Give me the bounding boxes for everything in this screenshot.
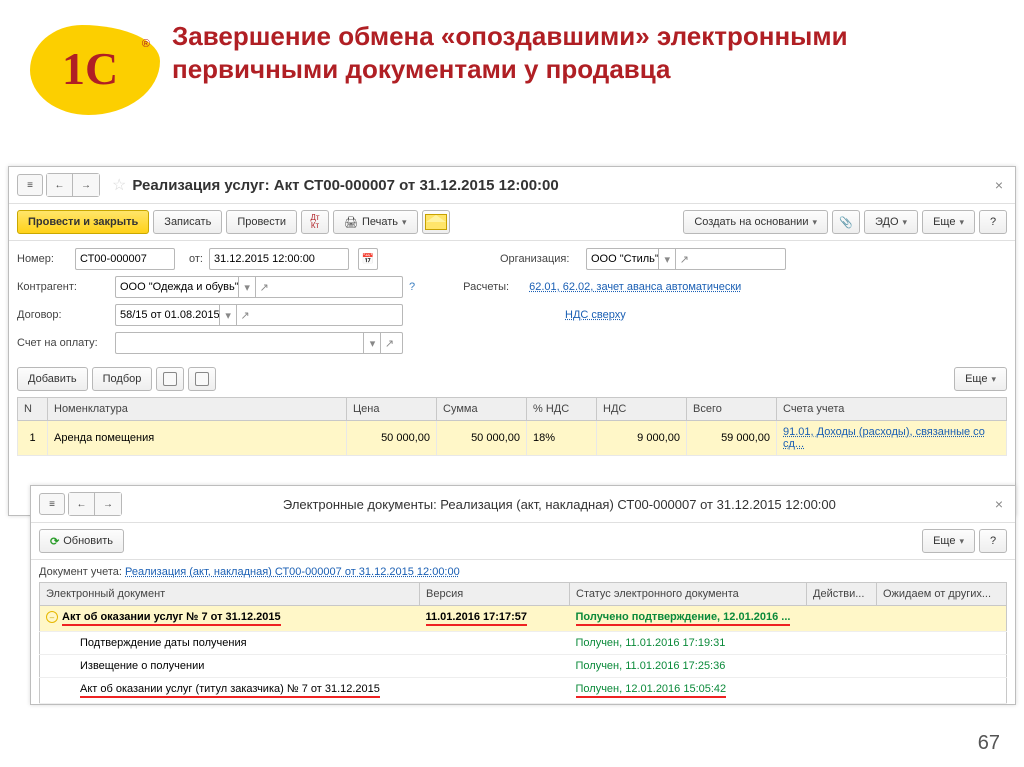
logo-text: 1С	[62, 42, 118, 95]
table-row[interactable]: –Акт об оказании услуг № 7 от 31.12.2015…	[40, 606, 1007, 632]
open-icon[interactable]: ↗	[255, 277, 273, 297]
contract-label: Договор:	[17, 309, 109, 321]
window-title-2: Электронные документы: Реализация (акт, …	[128, 497, 991, 512]
more-button-3[interactable]: Еще	[922, 529, 975, 553]
col-accounts: Счета учета	[777, 398, 1007, 421]
add-button[interactable]: Добавить	[17, 367, 88, 391]
chevron-down-icon[interactable]: ▾	[658, 249, 676, 269]
window-realization: ≡ ← → ☆ Реализация услуг: Акт СТ00-00000…	[8, 166, 1016, 516]
registered-mark: ®	[142, 38, 150, 50]
number-label: Номер:	[17, 253, 69, 265]
post-button[interactable]: Провести	[226, 210, 297, 234]
create-on-basis-button[interactable]: Создать на основании	[683, 210, 828, 234]
window-edocuments: ≡ ← → Электронные документы: Реализация …	[30, 485, 1016, 705]
chevron-down-icon[interactable]: ▾	[363, 333, 381, 353]
forward-button[interactable]: →	[73, 174, 99, 196]
date-field[interactable]: 31.12.2015 12:00:00	[209, 248, 349, 270]
chevron-down-icon[interactable]: ▾	[238, 277, 256, 297]
counterparty-field[interactable]: ООО "Одежда и обувь"▾↗	[115, 276, 403, 298]
more-button[interactable]: Еще	[922, 210, 975, 234]
open-icon[interactable]: ↗	[380, 333, 398, 353]
edoc-table: Электронный документ Версия Статус элект…	[39, 582, 1007, 704]
number-field[interactable]: СТ00-000007	[75, 248, 175, 270]
table-row[interactable]: 1 Аренда помещения 50 000,00 50 000,00 1…	[18, 421, 1007, 456]
col-version: Версия	[420, 583, 570, 606]
help-icon[interactable]: ?	[979, 529, 1007, 553]
close-icon[interactable]: ×	[991, 496, 1007, 512]
invoice-label: Счет на оплату:	[17, 337, 109, 349]
help-icon[interactable]: ?	[409, 281, 415, 293]
open-icon[interactable]: ↗	[236, 305, 254, 325]
col-vat: НДС	[597, 398, 687, 421]
help-icon[interactable]: ?	[979, 210, 1007, 234]
close-icon[interactable]: ×	[991, 177, 1007, 193]
chevron-down-icon[interactable]: ▾	[219, 305, 237, 325]
forward-button[interactable]: →	[95, 493, 121, 515]
back-button[interactable]: ←	[47, 174, 73, 196]
refresh-icon: ⟳	[50, 535, 59, 548]
invoice-field[interactable]: ▾↗	[115, 332, 403, 354]
table-row[interactable]: Акт об оказании услуг (титул заказчика) …	[40, 678, 1007, 704]
edo-button[interactable]: ЭДО	[864, 210, 918, 234]
logo-1c: 1С ®	[20, 20, 170, 120]
contract-field[interactable]: 58/15 от 01.08.2015▾↗	[115, 304, 403, 326]
menu-icon[interactable]: ≡	[17, 174, 43, 196]
post-and-close-button[interactable]: Провести и закрыть	[17, 210, 149, 234]
paste-icon[interactable]	[188, 367, 216, 391]
col-edoc: Электронный документ	[40, 583, 420, 606]
col-price: Цена	[347, 398, 437, 421]
favorite-icon[interactable]: ☆	[112, 175, 126, 195]
col-sum: Сумма	[437, 398, 527, 421]
items-table: N Номенклатура Цена Сумма % НДС НДС Всег…	[17, 397, 1007, 456]
doc-link[interactable]: Реализация (акт, накладная) СТ00-000007 …	[125, 566, 460, 578]
window-title: Реализация услуг: Акт СТ00-000007 от 31.…	[132, 177, 558, 194]
slide-title: Завершение обмена «опоздавшими» электрон…	[170, 20, 1004, 85]
menu-icon[interactable]: ≡	[39, 493, 65, 515]
col-nomenclature: Номенклатура	[48, 398, 347, 421]
org-label: Организация:	[500, 253, 580, 265]
table-row[interactable]: Извещение о полученииПолучен, 11.01.2016…	[40, 655, 1007, 678]
open-icon[interactable]: ↗	[675, 249, 693, 269]
more-button-2[interactable]: Еще	[954, 367, 1007, 391]
attachment-icon[interactable]: 📎	[832, 210, 860, 234]
col-vat-pct: % НДС	[527, 398, 597, 421]
refresh-button[interactable]: ⟳ Обновить	[39, 529, 124, 553]
settlements-link[interactable]: 62.01, 62.02, зачет аванса автоматически	[529, 281, 741, 293]
copy-icon[interactable]	[156, 367, 184, 391]
dtkt-icon[interactable]: ДтКт	[301, 210, 329, 234]
counterparty-label: Контрагент:	[17, 281, 109, 293]
col-wait: Ожидаем от других...	[877, 583, 1007, 606]
settlements-label: Расчеты:	[463, 281, 523, 293]
pick-button[interactable]: Подбор	[92, 367, 153, 391]
col-n: N	[18, 398, 48, 421]
calendar-icon[interactable]: 📅	[358, 248, 378, 270]
save-button[interactable]: Записать	[153, 210, 222, 234]
table-row[interactable]: Подтверждение даты полученияПолучен, 11.…	[40, 632, 1007, 655]
mail-icon-button[interactable]	[422, 210, 450, 234]
vat-link[interactable]: НДС сверху	[565, 309, 626, 321]
col-action: Действи...	[807, 583, 877, 606]
accounts-link[interactable]: 91.01, Доходы (расходы), связанные со сд…	[783, 426, 985, 450]
date-label: от:	[181, 253, 203, 265]
org-field[interactable]: ООО "Стиль"▾↗	[586, 248, 786, 270]
doc-label: Документ учета:	[39, 566, 122, 578]
back-button[interactable]: ←	[69, 493, 95, 515]
print-button[interactable]: 🖨 Печать	[333, 210, 418, 234]
col-status: Статус электронного документа	[570, 583, 807, 606]
print-label: Печать	[362, 216, 398, 228]
page-number: 67	[978, 732, 1000, 755]
col-total: Всего	[687, 398, 777, 421]
